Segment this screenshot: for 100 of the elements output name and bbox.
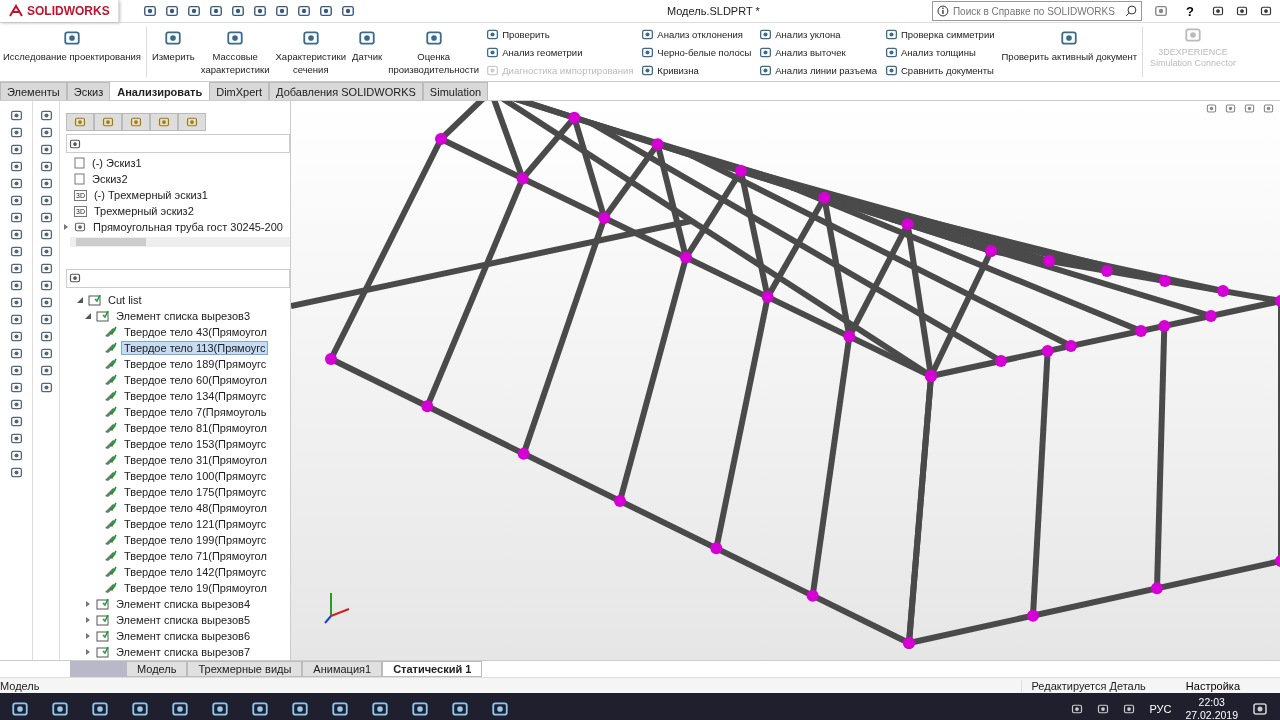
tool-icon[interactable] [164,29,183,47]
toolbar-icon[interactable] [9,262,23,275]
tool-icon[interactable] [424,29,443,47]
tree-item[interactable]: Прямоугольная труба гост 30245-200 [90,220,286,235]
toolbar-icon[interactable] [9,330,23,343]
toolbar-icon[interactable] [39,364,53,377]
toolbar-icon[interactable] [9,211,23,224]
ribbon-button[interactable]: Анализ линии разъема [759,63,877,77]
tree-item[interactable]: Твердое тело 142(Прямоугс [121,565,270,579]
ribbon-button[interactable]: Анализ выточек [759,45,877,59]
tool-icon[interactable] [641,27,655,41]
tree-item[interactable]: (-) Трехмерный эскиз1 [90,188,211,203]
toolbar-icon[interactable] [39,381,53,394]
model-view-tab[interactable]: Анимация1 [302,661,383,677]
app-logo[interactable]: SOLIDWORKS [0,0,119,22]
tree-item[interactable]: Элемент списка вырезов5 [113,613,253,627]
collapse-arrow-icon[interactable] [77,297,83,303]
toolbar-icon[interactable] [9,364,23,377]
tool-icon[interactable] [759,27,773,41]
tree-item[interactable]: (-) Эскиз1 [89,156,145,171]
toolbar-icon[interactable] [9,245,23,258]
expand-arrow-icon[interactable] [85,617,91,623]
ribbon-button[interactable]: Исследование проектирования [0,23,144,81]
ribbon-button[interactable]: Сравнить документы [885,63,995,77]
command-tab[interactable]: DimXpert [209,82,270,100]
tool-icon[interactable] [226,29,245,47]
tool-icon[interactable] [301,29,320,47]
toolbar-icon[interactable] [9,279,23,292]
tool-icon[interactable] [62,29,81,47]
units-dropdown[interactable]: Настройка [1155,679,1280,692]
tool-icon[interactable] [486,45,500,59]
model-view-tab[interactable]: Трехмерные виды [187,661,303,677]
toolbar-icon[interactable] [9,313,23,326]
tree-item[interactable]: Cut list [105,293,145,307]
collapse-arrow-icon[interactable] [85,313,91,319]
model-view-tab[interactable]: Модель [126,661,188,677]
toolbar-icon[interactable] [9,109,23,122]
ribbon-button[interactable]: Проверить [486,27,634,41]
toolbar-icon[interactable] [9,228,23,241]
toolbar-icon[interactable] [39,194,53,207]
ribbon-button[interactable]: Измерить [148,23,198,81]
toolbar-icon[interactable] [39,228,53,241]
tree-item[interactable]: Эскиз2 [89,172,131,187]
ribbon-button[interactable]: Анализ геометрии [486,45,634,59]
tree-item[interactable]: Твердое тело 153(Прямоугс [121,437,270,451]
toolbar-icon[interactable] [39,330,53,343]
tree-item[interactable]: Трехмерный эскиз2 [90,204,197,219]
toolbar-icon[interactable] [9,126,23,139]
toolbar-icon[interactable] [9,398,23,411]
ribbon-button[interactable]: Кривизна [641,63,752,77]
model-view-tab[interactable]: Статический 1 [382,661,483,677]
help-search-field[interactable]: Поиск в Справке по SOLIDWORKS [932,1,1143,21]
toolbar-icon[interactable] [9,194,23,207]
toolbar-icon[interactable] [39,143,53,156]
toolbar-icon[interactable] [9,466,23,479]
toolbar-icon[interactable] [39,245,53,258]
toolbar-icon[interactable] [39,177,53,190]
toolbar-icon[interactable] [9,381,23,394]
toolbar-icon[interactable] [9,449,23,462]
tree-item[interactable]: Твердое тело 121(Прямоугс [121,517,270,531]
toolbar-icon[interactable] [39,126,53,139]
tree-item[interactable]: Твердое тело 60(Прямоугол [121,373,270,387]
tool-icon[interactable] [885,27,898,41]
toolbar-icon[interactable] [9,160,23,173]
tree-item[interactable]: Твердое тело 113(Прямоугс [121,341,269,355]
tree-item[interactable]: Твердое тело 7(Прямоуголь [121,405,270,419]
toolbar-icon[interactable] [9,143,23,156]
help-button[interactable]: ? [1180,2,1200,20]
ribbon-button[interactable]: Проверить активный документ [998,23,1141,81]
tool-icon[interactable] [1060,29,1079,47]
tree-item[interactable]: Элемент списка вырезов7 [113,645,253,659]
ribbon-button[interactable]: Черно-белые полосы [641,45,752,59]
ribbon-button[interactable]: Оценка производительности [385,23,483,81]
tool-icon[interactable] [358,29,377,47]
tool-icon[interactable] [759,63,773,77]
tree-item[interactable]: Твердое тело 48(Прямоугол [121,501,270,515]
command-tab[interactable]: Эскиз [66,82,111,100]
command-tab[interactable]: Элементы [0,82,67,100]
tool-icon[interactable] [641,63,655,77]
tool-icon[interactable] [486,27,500,41]
tool-icon[interactable] [885,63,898,77]
tool-icon[interactable] [641,45,655,59]
tree-item[interactable]: Элемент списка вырезов4 [113,597,253,611]
ribbon-button[interactable]: Датчик [349,23,386,81]
tree-item[interactable]: Твердое тело 134(Прямоугс [121,389,270,403]
ribbon-button[interactable]: Характеристики сечения [272,23,349,81]
tree-item[interactable]: Твердое тело 81(Прямоугол [121,421,270,435]
toolbar-icon[interactable] [39,262,53,275]
clock-time[interactable]: 22:03 [1198,696,1225,709]
tool-icon[interactable] [759,45,773,59]
tree-item[interactable]: Твердое тело 199(Прямоугс [121,533,270,547]
toolbar-icon[interactable] [9,432,23,445]
scrollbar-thumb[interactable] [76,238,146,247]
language-indicator[interactable]: РУС [1149,703,1172,715]
command-tab[interactable]: Добавления SOLIDWORKS [269,82,423,100]
expand-arrow-icon[interactable] [85,649,91,655]
toolbar-icon[interactable] [9,296,23,309]
toolbar-icon[interactable] [9,415,23,428]
ribbon-button[interactable]: Анализ отклонения [641,27,752,41]
tree-item[interactable]: Твердое тело 189(Прямоугс [121,357,270,371]
